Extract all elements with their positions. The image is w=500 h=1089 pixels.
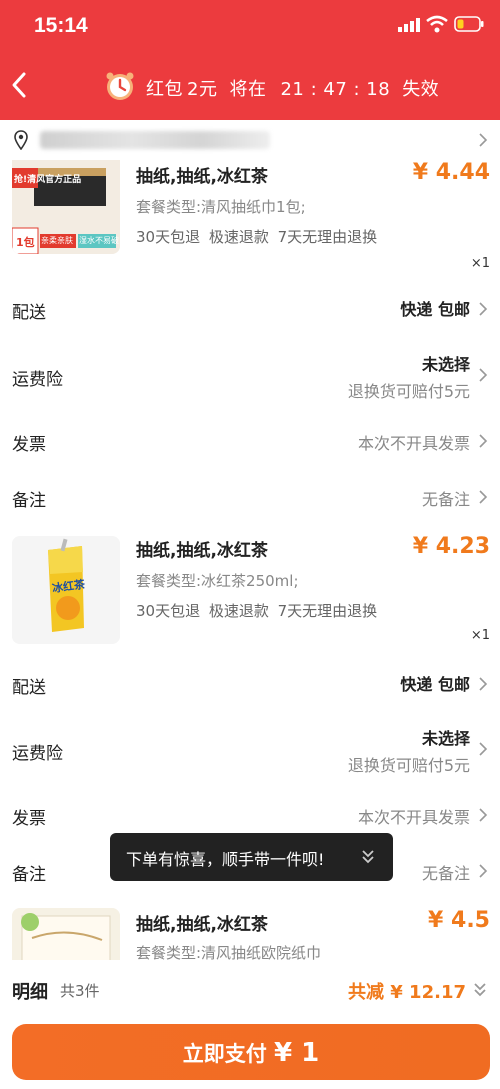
chevron-right-icon	[479, 742, 488, 756]
delivery-value[interactable]: 快递 包邮	[400, 671, 470, 695]
product-title[interactable]: 抽纸,抽纸,冰红茶	[136, 162, 268, 187]
chevron-right-icon	[479, 490, 488, 504]
back-chevron-icon[interactable]	[8, 70, 30, 100]
chevron-right-icon	[479, 864, 488, 878]
expire-prefix: 将在	[229, 79, 267, 100]
chevron-right-icon	[479, 808, 488, 822]
invoice-value[interactable]: 本次不开具发票	[358, 430, 470, 454]
hongbao-amount: 2元	[187, 79, 218, 100]
product-quantity: ×1	[470, 256, 490, 271]
product-image-caption-qty: 1包	[16, 236, 35, 249]
invoice-label: 发票	[12, 435, 46, 455]
chevron-right-icon	[479, 302, 488, 316]
invoice-value[interactable]: 本次不开具发票	[358, 804, 470, 828]
product-spec: 套餐类型:清风抽纸欧院纸巾	[136, 944, 322, 960]
delivery-label: 配送	[12, 678, 46, 698]
product-service-tags: 30天包退 极速退款 7天无理由退换	[136, 602, 378, 620]
product-image-tissue-european[interactable]	[12, 908, 120, 960]
insurance-label: 运费险	[12, 744, 63, 764]
remark-value[interactable]: 无备注	[422, 486, 470, 510]
detail-label: 明细	[12, 982, 48, 1003]
pay-now-button[interactable]: 立即支付 ¥ 1	[12, 1024, 490, 1080]
insurance-value[interactable]: 未选择	[422, 351, 470, 375]
product-spec: 套餐类型:清风抽纸巾1包;	[136, 198, 306, 216]
double-chevron-down-icon[interactable]	[472, 980, 488, 1000]
product-image-icetea[interactable]: 冰红茶	[12, 536, 120, 644]
pay-button-label: 立即支付	[182, 1042, 267, 1066]
signal-icon	[398, 18, 420, 32]
delivery-value[interactable]: 快递 包邮	[400, 296, 470, 320]
product-image-tissue[interactable]: 抢!清风官方正品 1包 亲柔亲肤 湿水不易破	[12, 160, 120, 254]
product-title[interactable]: 抽纸,抽纸,冰红茶	[136, 910, 268, 935]
promo-toast[interactable]: 下单有惊喜，顺手带一件呗!	[110, 833, 393, 881]
location-pin-icon	[14, 130, 28, 150]
alarm-clock-icon	[106, 72, 134, 100]
countdown-timer: 21 : 47 : 18	[280, 79, 391, 100]
product-service-tags: 30天包退 极速退款 7天无理由退换	[136, 228, 378, 246]
pay-button-amount: ¥ 1	[274, 1038, 320, 1068]
chevron-right-icon	[479, 677, 488, 691]
address-chevron-icon	[479, 133, 488, 147]
remark-label: 备注	[12, 865, 46, 885]
header: 15:14 红包 2元 将在 21 : 47 : 18 失效	[0, 0, 500, 120]
invoice-label: 发票	[12, 809, 46, 829]
expire-suffix: 失效	[402, 79, 440, 100]
product-price: ¥ 4.44	[412, 160, 490, 185]
remark-value[interactable]: 无备注	[422, 860, 470, 884]
wifi-icon	[426, 15, 448, 33]
status-time: 15:14	[34, 14, 88, 37]
product-price: ¥ 4.5	[428, 908, 490, 933]
insurance-subtext: 退换货可赔付5元	[347, 382, 470, 401]
chevron-right-icon	[479, 434, 488, 448]
double-chevron-down-icon	[362, 850, 374, 864]
status-bar: 15:14	[0, 0, 500, 52]
toast-text: 下单有惊喜，顺手带一件呗!	[126, 850, 325, 869]
product-title[interactable]: 抽纸,抽纸,冰红茶	[136, 536, 268, 561]
pay-button-text: 立即支付 ¥ 1	[12, 1038, 490, 1068]
order-summary-bar[interactable]: 明细 共3件 共减 ¥ 12.17	[0, 960, 500, 1020]
nav-bar: 红包 2元 将在 21 : 47 : 18 失效	[0, 60, 500, 112]
total-discount: 共减 ¥ 12.17	[348, 982, 466, 1003]
address-bar[interactable]	[0, 120, 500, 160]
product-quantity: ×1	[470, 628, 490, 643]
hongbao-label: 红包	[146, 79, 183, 100]
battery-icon	[454, 16, 484, 32]
chevron-right-icon	[479, 368, 488, 382]
insurance-subtext: 退换货可赔付5元	[347, 756, 470, 775]
product-spec: 套餐类型:冰红茶250ml;	[136, 572, 299, 590]
product-image-caption-soft: 亲柔亲肤	[41, 236, 73, 245]
address-text-blurred	[40, 131, 270, 149]
insurance-value[interactable]: 未选择	[422, 725, 470, 749]
product-image-caption-wet: 湿水不易破	[79, 236, 119, 245]
item-count: 共3件	[60, 982, 100, 1000]
product-price: ¥ 4.23	[412, 534, 490, 559]
remark-label: 备注	[12, 491, 46, 511]
hongbao-countdown: 红包 2元 将在 21 : 47 : 18 失效	[146, 75, 443, 101]
insurance-label: 运费险	[12, 370, 63, 390]
product-image-caption-top: 抢!清风官方正品	[14, 175, 82, 185]
delivery-label: 配送	[12, 303, 46, 323]
